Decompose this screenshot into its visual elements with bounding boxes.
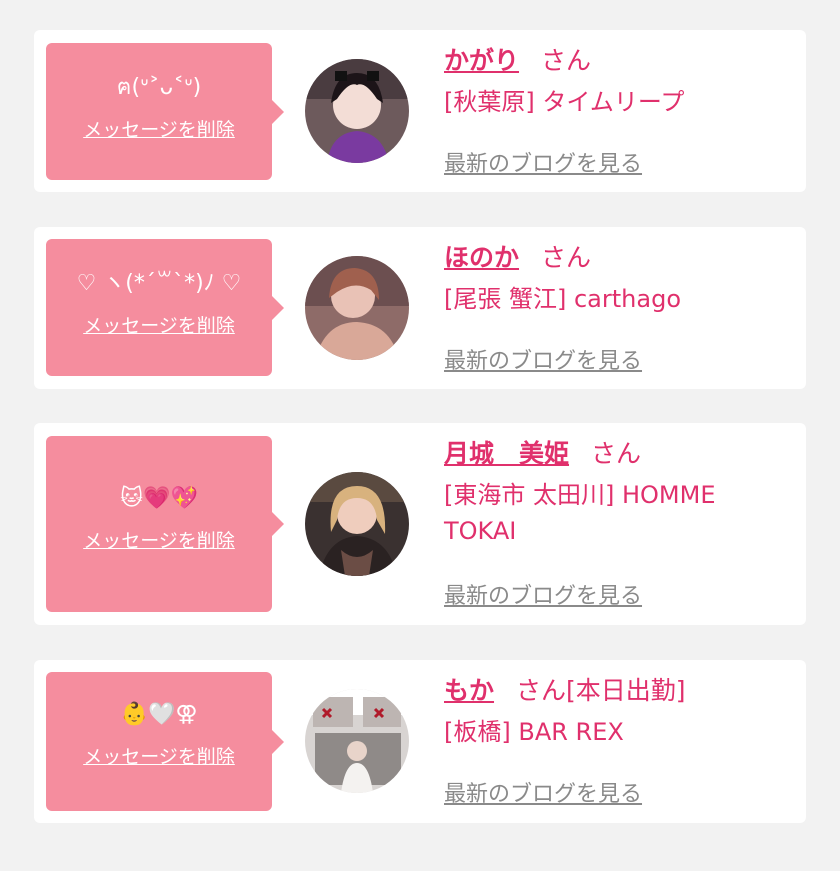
honorific: さん bbox=[591, 439, 642, 468]
message-text: ♡ ヽ(*´꒳`*)ﾉ ♡ bbox=[76, 271, 242, 296]
cast-info: 月城 美姫 さん [東海市 太田川] HOMME TOKAI bbox=[444, 437, 786, 549]
message-card: 🐱💗💖 メッセージを削除 月城 美姫 さん [東海市 太田川] HOMME TOK… bbox=[34, 423, 806, 625]
message-text: 🐱💗💖 bbox=[120, 486, 198, 511]
latest-blog-link[interactable]: 最新のブログを見る bbox=[444, 776, 642, 808]
latest-blog-link[interactable]: 最新のブログを見る bbox=[444, 343, 642, 375]
delete-message-link[interactable]: メッセージを削除 bbox=[83, 311, 235, 338]
status-label: [本日出勤] bbox=[566, 676, 686, 705]
cast-name-link[interactable]: 月城 美姫 bbox=[444, 439, 569, 468]
avatar[interactable] bbox=[305, 472, 409, 576]
latest-blog-link[interactable]: 最新のブログを見る bbox=[444, 578, 642, 610]
cast-name-link[interactable]: ほのか bbox=[444, 243, 519, 272]
name-row: かがり さん bbox=[444, 44, 786, 78]
cast-name-link[interactable]: もか bbox=[444, 676, 494, 705]
message-text: ฅ(ᐡ˃ᴗ˂ᐡ) bbox=[116, 75, 202, 100]
avatar[interactable] bbox=[305, 59, 409, 163]
name-row: 月城 美姫 さん bbox=[444, 437, 786, 471]
name-row: ほのか さん bbox=[444, 241, 786, 275]
delete-message-link[interactable]: メッセージを削除 bbox=[83, 742, 235, 769]
message-card: 👶🤍⚢ メッセージを削除 もか さん[本日出勤] [板橋] BAR REX 最新の bbox=[34, 660, 806, 823]
message-bubble: ฅ(ᐡ˃ᴗ˂ᐡ) メッセージを削除 bbox=[46, 43, 284, 180]
delete-message-link[interactable]: メッセージを削除 bbox=[83, 115, 235, 142]
cast-info: もか さん[本日出勤] [板橋] BAR REX bbox=[444, 674, 786, 750]
cast-info: ほのか さん [尾張 蟹江] carthago bbox=[444, 241, 786, 317]
message-bubble: ♡ ヽ(*´꒳`*)ﾉ ♡ メッセージを削除 bbox=[46, 239, 284, 376]
honorific: さん bbox=[541, 243, 592, 272]
latest-blog-link[interactable]: 最新のブログを見る bbox=[444, 146, 642, 178]
cast-name-link[interactable]: かがり bbox=[444, 46, 519, 75]
message-list: ฅ(ᐡ˃ᴗ˂ᐡ) メッセージを削除 かがり さん [秋葉原] タイムリープ 最新の… bbox=[0, 0, 840, 871]
message-card: ♡ ヽ(*´꒳`*)ﾉ ♡ メッセージを削除 ほのか さん [尾張 蟹江] car… bbox=[34, 227, 806, 389]
delete-message-link[interactable]: メッセージを削除 bbox=[83, 526, 235, 553]
shop-label: [板橋] BAR REX bbox=[444, 718, 624, 746]
honorific: さん bbox=[541, 46, 592, 75]
shop-label: [尾張 蟹江] carthago bbox=[444, 285, 681, 313]
message-bubble: 🐱💗💖 メッセージを削除 bbox=[46, 436, 284, 612]
honorific: さん bbox=[516, 676, 567, 705]
shop-label: [秋葉原] タイムリープ bbox=[444, 88, 685, 116]
message-card: ฅ(ᐡ˃ᴗ˂ᐡ) メッセージを削除 かがり さん [秋葉原] タイムリープ 最新の… bbox=[34, 30, 806, 192]
message-bubble: 👶🤍⚢ メッセージを削除 bbox=[46, 672, 284, 811]
message-text: 👶🤍⚢ bbox=[120, 702, 198, 727]
avatar[interactable] bbox=[305, 256, 409, 360]
shop-label: [東海市 太田川] HOMME TOKAI bbox=[444, 481, 716, 545]
cast-info: かがり さん [秋葉原] タイムリープ bbox=[444, 44, 786, 120]
name-row: もか さん[本日出勤] bbox=[444, 674, 786, 708]
avatar[interactable] bbox=[305, 689, 409, 793]
